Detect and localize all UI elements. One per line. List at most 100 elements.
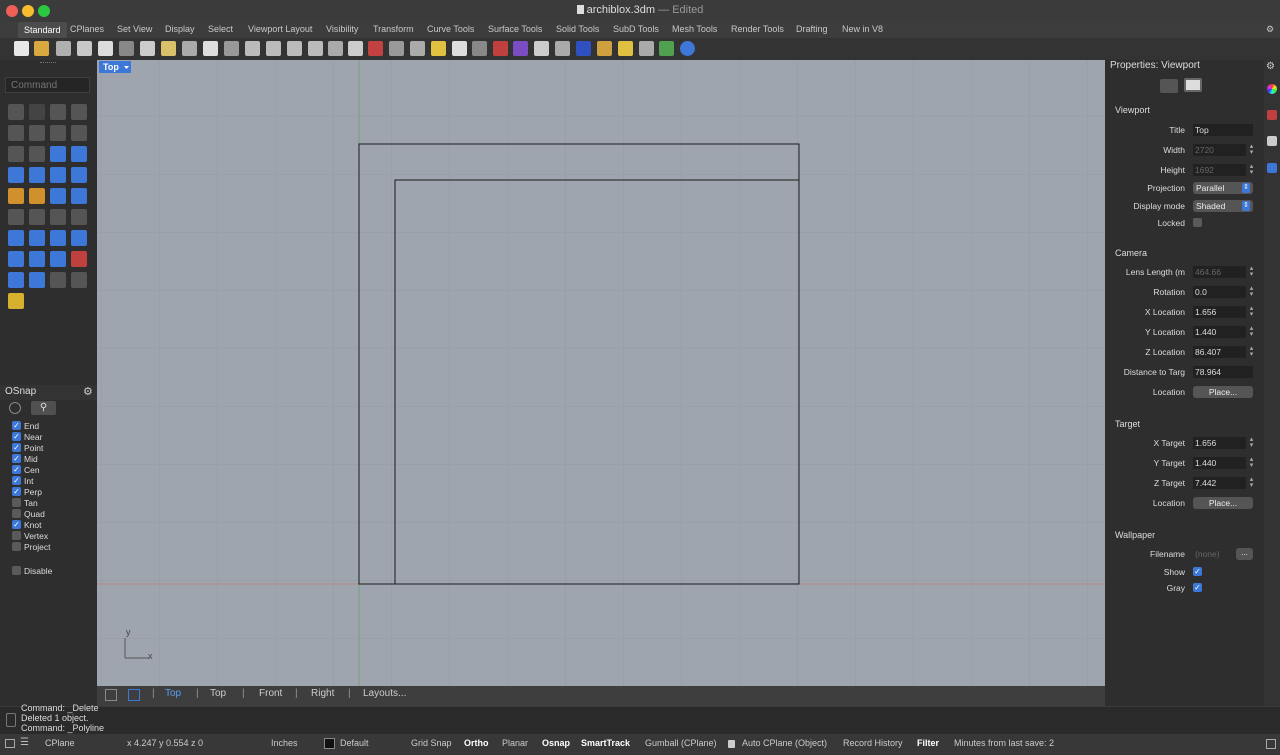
lock-icon[interactable]: [472, 41, 487, 56]
circle-icon[interactable]: [8, 125, 24, 141]
width-stepper-icon[interactable]: ▴ ▾: [1248, 143, 1255, 156]
tab-mesh-tools[interactable]: Mesh Tools: [672, 24, 717, 34]
group-icon[interactable]: [8, 209, 24, 225]
layer-color-swatch[interactable]: [324, 738, 335, 749]
scale-icon[interactable]: [71, 209, 87, 225]
paste-icon[interactable]: [161, 41, 176, 56]
height-field[interactable]: 1692: [1193, 164, 1246, 176]
hatch-icon[interactable]: [50, 230, 66, 246]
viewport-menu-chevron-icon[interactable]: [122, 61, 131, 73]
y-location-stepper-icon[interactable]: ▴ ▾: [1248, 325, 1255, 338]
tab-viewport-top[interactable]: Top: [210, 688, 226, 699]
osnap-quad[interactable]: Quad: [12, 508, 45, 519]
title-field[interactable]: Top: [1193, 124, 1253, 136]
status-planar[interactable]: Planar: [502, 738, 528, 748]
paint-icon[interactable]: [71, 272, 87, 288]
y-target-stepper-icon[interactable]: ▴ ▾: [1248, 456, 1255, 469]
mesh-icon[interactable]: [8, 272, 24, 288]
render-preview-icon[interactable]: [555, 41, 570, 56]
lock-icon[interactable]: [728, 740, 735, 748]
y-location-field[interactable]: 1.440: [1193, 326, 1246, 338]
checkbox-mid[interactable]: ✓: [12, 454, 21, 463]
status-filter[interactable]: Filter: [917, 738, 939, 748]
lens-stepper-icon[interactable]: ▴ ▾: [1248, 265, 1255, 278]
open-file-icon[interactable]: [34, 41, 49, 56]
distance-to-target-field[interactable]: 78.964: [1193, 366, 1253, 378]
checkbox-disable[interactable]: [12, 566, 21, 575]
select-icon[interactable]: [410, 41, 425, 56]
fillet-icon[interactable]: [29, 146, 45, 162]
sphere-icon[interactable]: [534, 41, 549, 56]
camera-place-button[interactable]: Place...: [1193, 386, 1253, 398]
checkbox-vertex[interactable]: [12, 531, 21, 540]
tab-drafting[interactable]: Drafting: [796, 24, 828, 34]
array-icon[interactable]: [29, 251, 45, 267]
analyze-icon[interactable]: [71, 251, 87, 267]
status-record-history[interactable]: Record History: [843, 738, 903, 748]
z-location-field[interactable]: 86.407: [1193, 346, 1246, 358]
list-icon[interactable]: ☰: [20, 738, 29, 748]
boolean-icon[interactable]: [29, 167, 45, 183]
tab-visibility[interactable]: Visibility: [326, 24, 358, 34]
osnap-disable[interactable]: Disable: [12, 565, 52, 576]
zoom-extents-icon[interactable]: [287, 41, 302, 56]
tab-solid-tools[interactable]: Solid Tools: [556, 24, 599, 34]
status-ortho[interactable]: Ortho: [464, 738, 489, 748]
show-checkbox[interactable]: ✓: [1193, 567, 1202, 576]
tab-new-in-v8[interactable]: New in V8: [842, 24, 883, 34]
leader-icon[interactable]: [71, 230, 87, 246]
join-icon[interactable]: [29, 188, 45, 204]
move-icon[interactable]: [29, 209, 45, 225]
explode-icon[interactable]: [8, 188, 24, 204]
right-panel-toggle-icon[interactable]: [1266, 739, 1276, 749]
point-icon[interactable]: [29, 104, 45, 120]
tab-viewport-layout[interactable]: Viewport Layout: [248, 24, 312, 34]
camera-icon[interactable]: [1160, 79, 1178, 93]
checkbox-tan[interactable]: [12, 498, 21, 507]
tab-viewport-top-active[interactable]: Top: [165, 688, 181, 699]
osnap-project[interactable]: Project: [12, 541, 50, 552]
tab-render-tools[interactable]: Render Tools: [731, 24, 784, 34]
tab-standard[interactable]: Standard: [18, 22, 67, 38]
block-icon[interactable]: [8, 251, 24, 267]
osnap-settings-icon[interactable]: ⚙: [83, 385, 93, 398]
polygon-icon[interactable]: [50, 125, 66, 141]
osnap-near[interactable]: ✓ Near: [12, 431, 42, 442]
z-location-stepper-icon[interactable]: ▴ ▾: [1248, 345, 1255, 358]
zoom-selected-icon[interactable]: [308, 41, 323, 56]
undo-view-icon[interactable]: [328, 41, 343, 56]
ellipse-icon[interactable]: [29, 125, 45, 141]
status-units[interactable]: Inches: [271, 738, 298, 748]
split-icon[interactable]: [71, 188, 87, 204]
text-icon[interactable]: [8, 230, 24, 246]
options-icon[interactable]: [639, 41, 654, 56]
loft-icon[interactable]: [71, 167, 87, 183]
save-icon[interactable]: [56, 41, 71, 56]
dimension-icon[interactable]: [29, 230, 45, 246]
osnap-perp[interactable]: ✓ Perp: [12, 486, 42, 497]
tab-display[interactable]: Display: [165, 24, 195, 34]
osnap-tan[interactable]: Tan: [12, 497, 38, 508]
tab-subd-tools[interactable]: SubD Tools: [613, 24, 659, 34]
eraser-icon[interactable]: [8, 293, 24, 309]
subd-icon[interactable]: [29, 272, 45, 288]
panel-settings-icon[interactable]: ⚙: [1266, 61, 1275, 72]
gray-checkbox[interactable]: ✓: [1193, 583, 1202, 592]
copy-icon[interactable]: [140, 41, 155, 56]
extrude-icon[interactable]: [71, 146, 87, 162]
display-panel-icon[interactable]: [1267, 136, 1277, 146]
osnap-cen[interactable]: ✓ Cen: [12, 464, 40, 475]
tab-set-view[interactable]: Set View: [117, 24, 152, 34]
cplane-icon[interactable]: [368, 41, 383, 56]
osnap-mid[interactable]: ✓ Mid: [12, 453, 38, 464]
layers-panel-icon[interactable]: [1267, 110, 1277, 120]
tab-curve-tools[interactable]: Curve Tools: [427, 24, 474, 34]
import-icon[interactable]: [98, 41, 113, 56]
z-target-stepper-icon[interactable]: ▴ ▾: [1248, 476, 1255, 489]
osnap-vertex[interactable]: Vertex: [12, 530, 48, 541]
panel-grip[interactable]: [40, 62, 56, 65]
osnap-point[interactable]: ✓ Point: [12, 442, 43, 453]
color-panel-icon[interactable]: [1267, 84, 1277, 94]
checkbox-int[interactable]: ✓: [12, 476, 21, 485]
checkbox-cen[interactable]: ✓: [12, 465, 21, 474]
